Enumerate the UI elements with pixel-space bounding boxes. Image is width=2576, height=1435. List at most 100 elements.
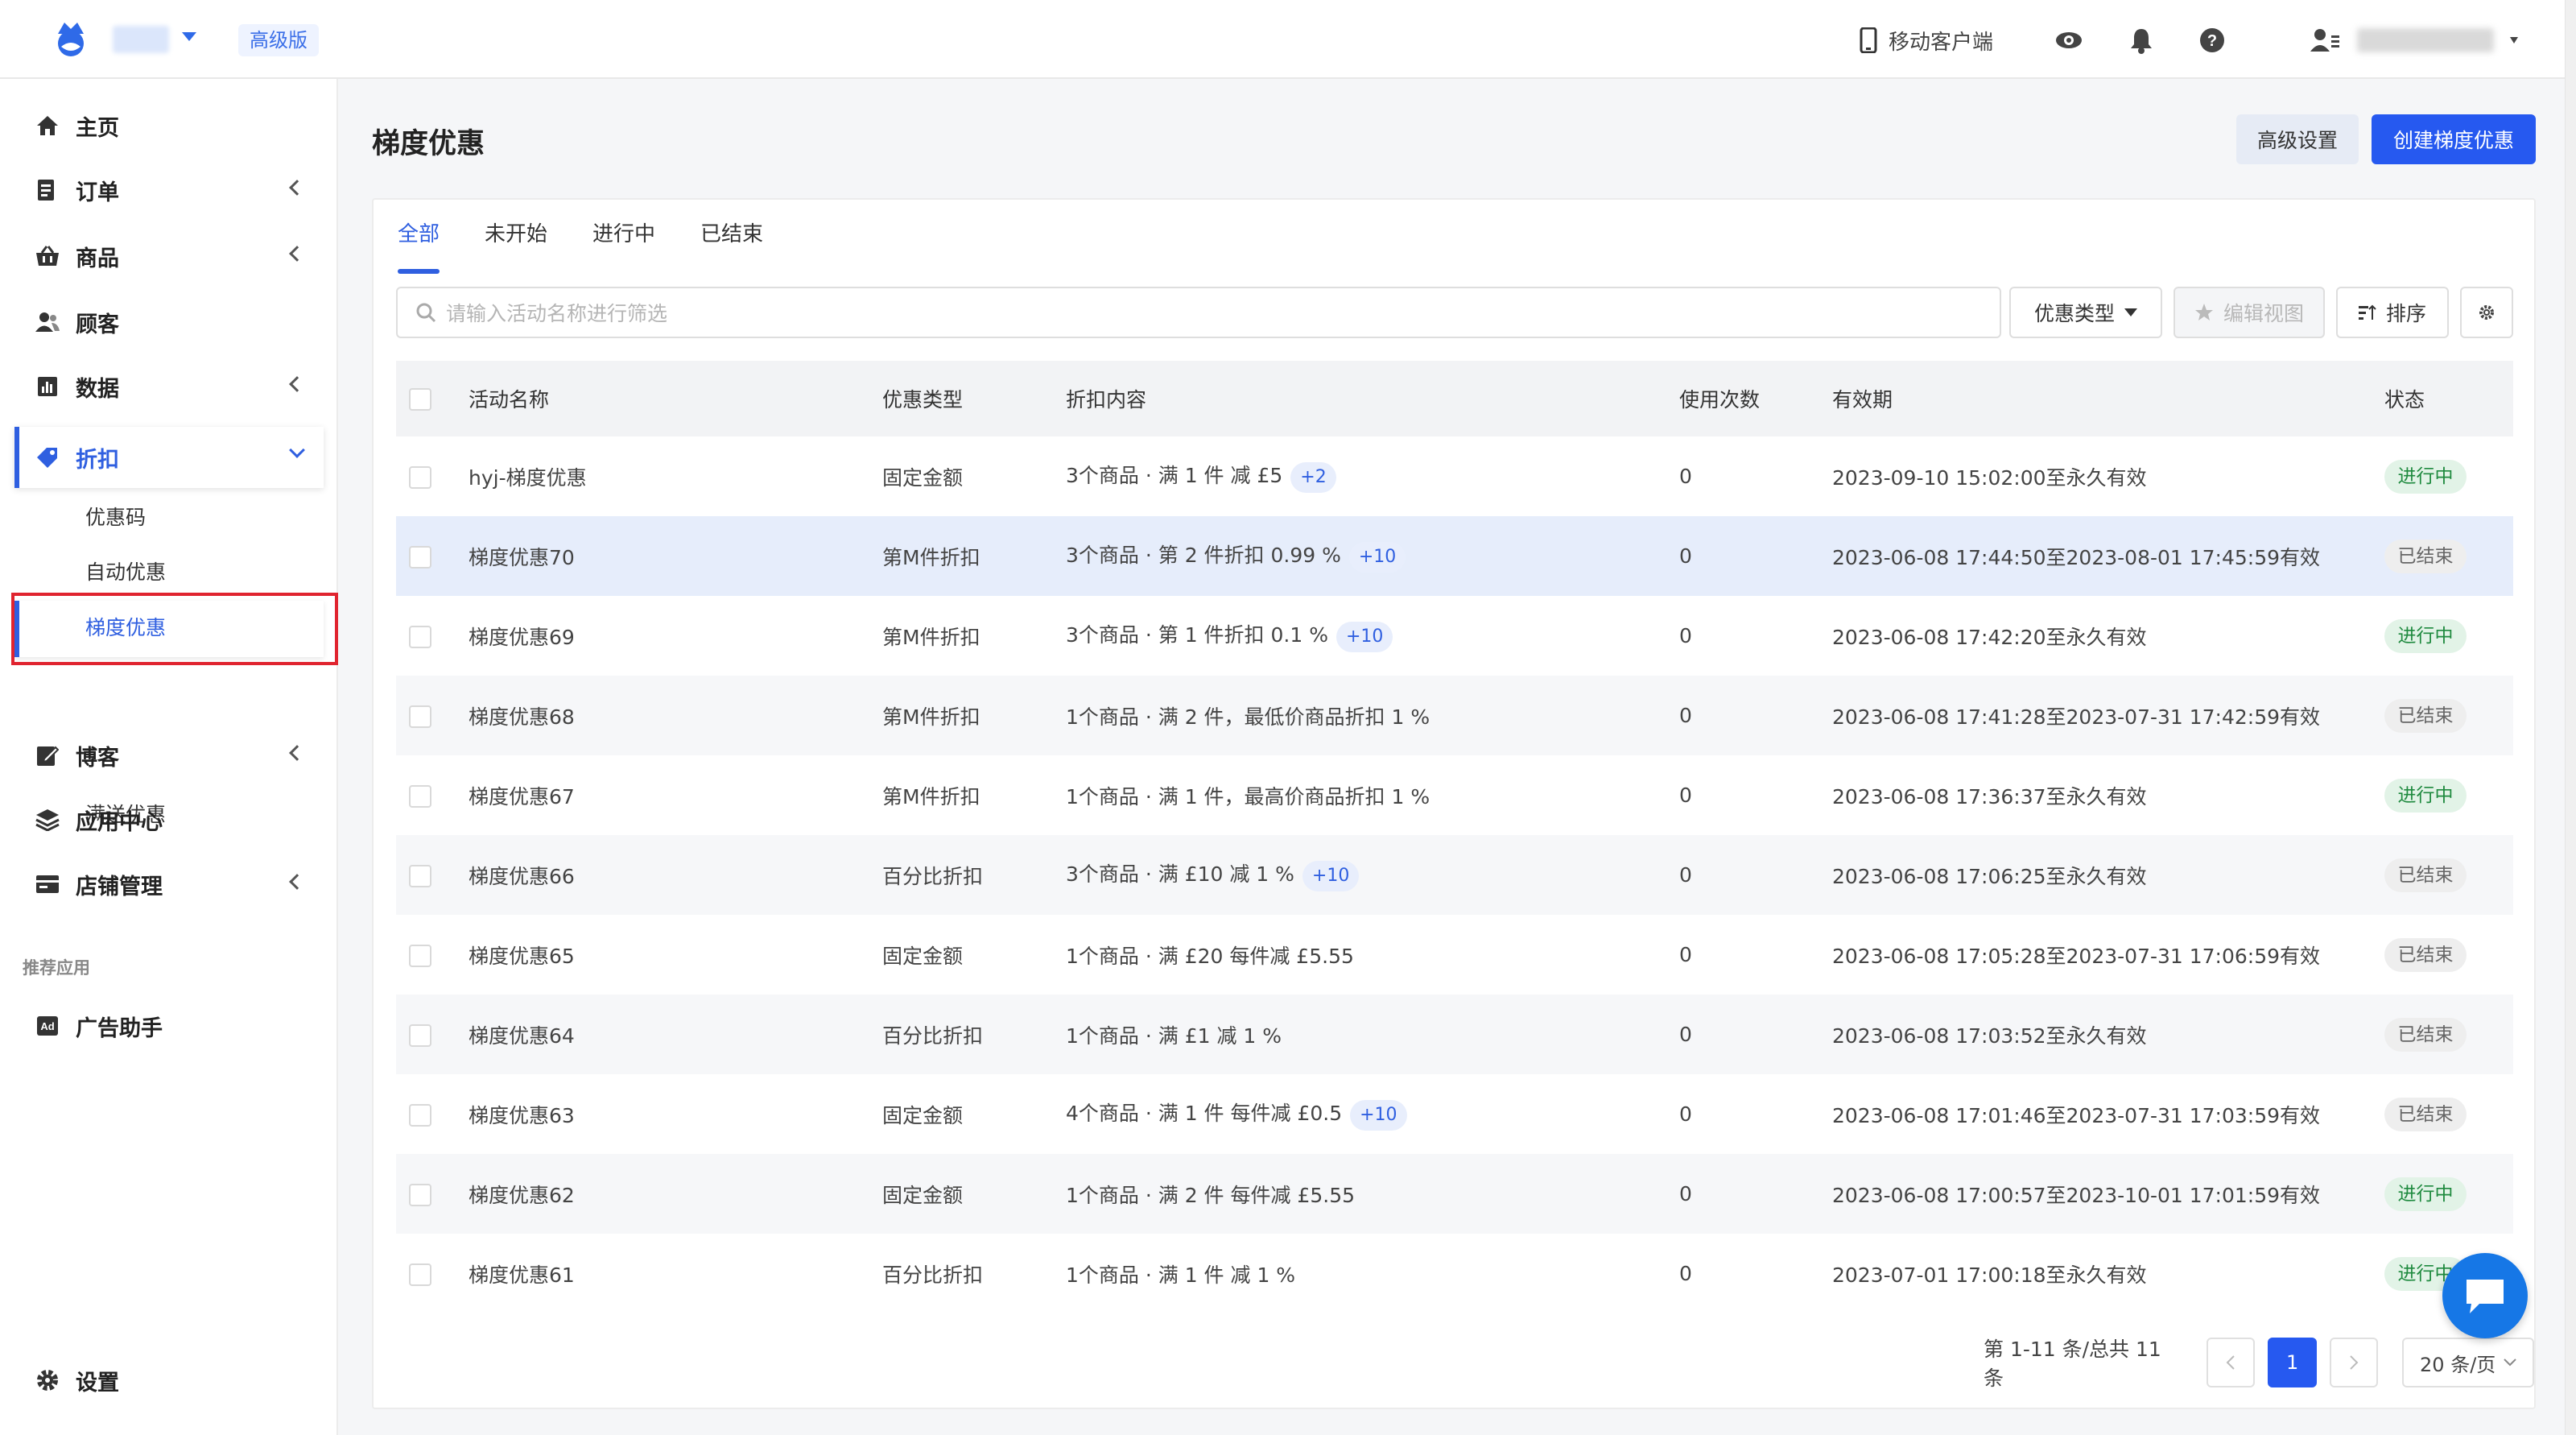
row-checkbox[interactable] — [409, 1103, 431, 1127]
activity-name[interactable]: 梯度优惠62 — [469, 1154, 882, 1234]
page-size-select[interactable]: 20 条/页 — [2402, 1338, 2534, 1387]
status-cell: 已结束 — [2384, 516, 2513, 596]
row-checkbox[interactable] — [409, 1183, 431, 1206]
row-checkbox[interactable] — [409, 1024, 431, 1047]
plan-badge: 高级版 — [238, 24, 319, 56]
column-header-content[interactable]: 折扣内容 — [1066, 361, 1679, 436]
page-number-button[interactable]: 1 — [2268, 1338, 2317, 1387]
column-header-status[interactable]: 状态 — [2384, 361, 2513, 436]
table-row[interactable]: 梯度优惠69 第M件折扣 3个商品 · 第 1 件折扣 0.1 % +10 0 2023-… — [396, 596, 2513, 676]
sidebar-item-blog[interactable]: 博客 — [14, 725, 324, 786]
row-checkbox[interactable] — [409, 1263, 431, 1286]
sort-button[interactable]: 排序 — [2336, 287, 2449, 338]
activity-name[interactable]: 梯度优惠65 — [469, 915, 882, 995]
tab-all[interactable]: 全部 — [398, 217, 440, 279]
sidebar-item-app-center[interactable]: 应用中心 — [14, 789, 324, 850]
validity-period: 2023-06-08 17:36:37至永久有效 — [1832, 784, 2147, 808]
sidebar-item-data[interactable]: 数据 — [14, 356, 324, 417]
row-checkbox[interactable] — [409, 625, 431, 648]
validity-period: 2023-06-08 17:41:28至2023-07-31 17:42:59有… — [1832, 705, 2321, 729]
row-checkbox[interactable] — [409, 465, 431, 489]
sidebar-item-settings[interactable]: 设置 — [14, 1350, 324, 1411]
validity-period: 2023-06-08 17:44:50至2023-08-01 17:45:59有… — [1832, 545, 2321, 569]
activity-name[interactable]: 梯度优惠61 — [469, 1234, 882, 1313]
tab-ended[interactable]: 已结束 — [700, 217, 763, 279]
window-scrollbar[interactable] — [2565, 0, 2576, 1435]
table-row[interactable]: 梯度优惠66 百分比折扣 3个商品 · 满 £10 减 1 % +10 0 2023-06… — [396, 835, 2513, 915]
chevron-down-icon — [289, 442, 305, 458]
row-checkbox[interactable] — [409, 944, 431, 967]
create-tiered-discount-button[interactable]: 创建梯度优惠 — [2372, 114, 2536, 164]
discount-type-filter[interactable]: 优惠类型 — [2009, 287, 2162, 338]
sidebar-item-label: 主页 — [76, 115, 119, 141]
brand-logo-icon[interactable] — [50, 18, 92, 60]
discount-content: 3个商品 · 第 2 件折扣 0.99 % — [1066, 544, 1341, 567]
sidebar-item-products[interactable]: 商品 — [14, 225, 324, 287]
activity-name[interactable]: 梯度优惠68 — [469, 676, 882, 755]
row-checkbox[interactable] — [409, 864, 431, 887]
prev-page-button[interactable] — [2207, 1338, 2256, 1387]
activity-name[interactable]: 梯度优惠69 — [469, 596, 882, 676]
activity-name[interactable]: 梯度优惠67 — [469, 755, 882, 835]
sidebar-item-home[interactable]: 主页 — [14, 95, 324, 156]
activity-name[interactable]: 梯度优惠70 — [469, 516, 882, 596]
more-products-chip[interactable]: +2 — [1290, 462, 1336, 493]
row-checkbox[interactable] — [409, 705, 431, 728]
more-products-chip[interactable]: +10 — [1302, 861, 1360, 891]
advanced-settings-button[interactable]: 高级设置 — [2236, 114, 2359, 164]
usage-count: 0 — [1679, 784, 1692, 807]
sidebar-item-customers[interactable]: 顾客 — [14, 292, 324, 353]
table-row[interactable]: 梯度优惠68 第M件折扣 1个商品 · 满 2 件，最低价商品折扣 1 % 0 2023… — [396, 676, 2513, 755]
column-header-type[interactable]: 优惠类型 — [882, 361, 1066, 436]
sidebar-item-label: 店铺管理 — [76, 874, 163, 899]
store-dropdown-caret-icon[interactable] — [182, 32, 196, 41]
status-badge: 进行中 — [2384, 618, 2467, 653]
sidebar-subitem-auto-discount[interactable]: 自动优惠 — [85, 548, 166, 597]
preview-eye-icon[interactable] — [2051, 23, 2087, 58]
table-row[interactable]: hyj-梯度优惠 固定金额 3个商品 · 满 1 件 减 £5 +2 0 2023-09-… — [396, 436, 2513, 516]
table-row[interactable]: 梯度优惠65 固定金额 1个商品 · 满 £20 每件减 £5.55 0 2023-06… — [396, 915, 2513, 995]
table-row[interactable]: 梯度优惠70 第M件折扣 3个商品 · 第 2 件折扣 0.99 % +10 0 2023… — [396, 516, 2513, 596]
sidebar-item-store-management[interactable]: 店铺管理 — [14, 854, 324, 915]
row-checkbox[interactable] — [409, 784, 431, 808]
user-menu[interactable] — [2310, 21, 2518, 60]
sidebar-item-discounts[interactable]: 折扣 — [14, 427, 324, 488]
live-chat-button[interactable] — [2442, 1253, 2528, 1338]
activity-name[interactable]: hyj-梯度优惠 — [469, 436, 882, 516]
edit-view-button[interactable]: 编辑视图 — [2174, 287, 2325, 338]
activity-name[interactable]: 梯度优惠64 — [469, 995, 882, 1074]
table-row[interactable]: 梯度优惠63 固定金额 4个商品 · 满 1 件 每件减 £0.5 +10 0 2023-… — [396, 1074, 2513, 1154]
discount-content-cell: 1个商品 · 满 £20 每件减 £5.55 — [1066, 915, 1679, 995]
tab-in-progress[interactable]: 进行中 — [592, 217, 655, 279]
chevron-left-icon — [289, 246, 305, 262]
table-row[interactable]: 梯度优惠64 百分比折扣 1个商品 · 满 £1 减 1 % 0 2023-06-08 … — [396, 995, 2513, 1074]
activity-name[interactable]: 梯度优惠63 — [469, 1074, 882, 1154]
table-row[interactable]: 梯度优惠61 百分比折扣 1个商品 · 满 1 件 减 1 % 0 2023-07-01… — [396, 1234, 2513, 1313]
notification-bell-icon[interactable] — [2124, 23, 2159, 58]
sidebar-subitem-coupon-code[interactable]: 优惠码 — [85, 494, 146, 542]
table-row[interactable]: 梯度优惠67 第M件折扣 1个商品 · 满 1 件，最高价商品折扣 1 % 0 2023… — [396, 755, 2513, 835]
mobile-client-link[interactable]: 移动客户端 — [1860, 24, 1993, 56]
more-products-chip[interactable]: +10 — [1335, 622, 1393, 652]
activity-name[interactable]: 梯度优惠66 — [469, 835, 882, 915]
tab-not-started[interactable]: 未开始 — [485, 217, 547, 279]
sidebar-item-orders[interactable]: 订单 — [14, 159, 324, 221]
help-question-icon[interactable]: ? — [2194, 23, 2230, 58]
column-header-name[interactable]: 活动名称 — [469, 361, 882, 436]
column-header-uses[interactable]: 使用次数 — [1679, 361, 1832, 436]
more-products-chip[interactable]: +10 — [1350, 1100, 1407, 1131]
row-checkbox[interactable] — [409, 545, 431, 569]
column-settings-button[interactable] — [2460, 287, 2513, 338]
store-name[interactable] — [113, 26, 169, 53]
sidebar: 主页 订单 商品 顾客 数据 折扣 优惠码 自动优惠 满送优惠 博客 应用中心 … — [0, 79, 338, 1435]
usage-count: 0 — [1679, 1182, 1692, 1205]
status-cell: 已结束 — [2384, 835, 2513, 915]
chart-icon — [35, 374, 60, 399]
next-page-button[interactable] — [2329, 1338, 2379, 1387]
select-all-checkbox[interactable] — [409, 388, 431, 411]
sidebar-item-ad-helper[interactable]: Ad 广告助手 — [14, 995, 324, 1057]
more-products-chip[interactable]: +10 — [1348, 542, 1406, 573]
search-input[interactable]: 请输入活动名称进行筛选 — [396, 287, 2001, 338]
column-header-period[interactable]: 有效期 — [1832, 361, 2384, 436]
table-row[interactable]: 梯度优惠62 固定金额 1个商品 · 满 2 件 每件减 £5.55 0 2023-06… — [396, 1154, 2513, 1234]
